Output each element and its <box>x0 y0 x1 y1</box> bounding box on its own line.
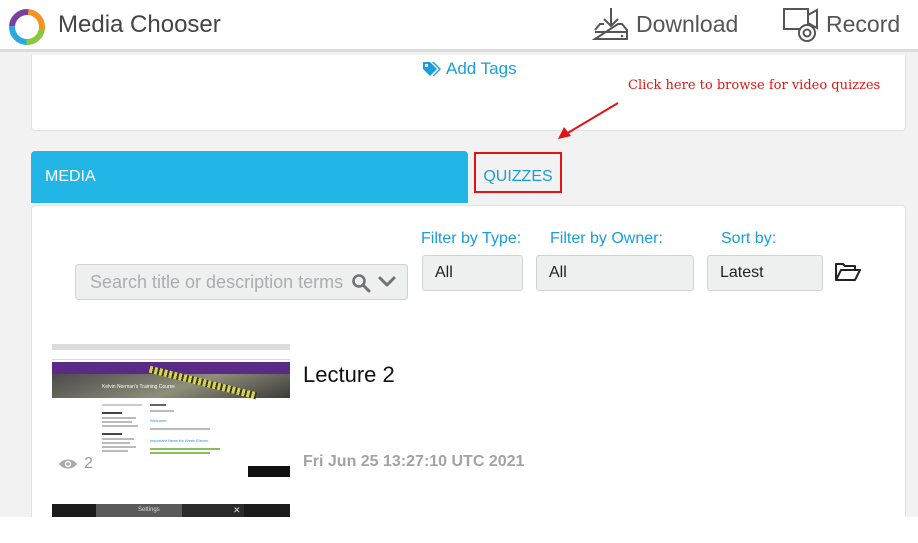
entry-title[interactable]: Lecture 2 <box>303 362 395 388</box>
search-icon[interactable] <box>351 273 371 293</box>
annotation-arrow-icon <box>558 102 619 139</box>
sort-select[interactable]: Latest <box>707 255 823 291</box>
download-label: Download <box>636 10 739 37</box>
tag-icon <box>423 62 441 76</box>
download-button[interactable]: Download <box>592 4 738 44</box>
thumb-video-controls <box>248 466 290 477</box>
tab-quizzes[interactable]: QUIZZES <box>474 152 562 193</box>
thumb-nav-bar <box>52 352 290 360</box>
thumb-banner-text: Kelvin Norman's Training Course <box>102 384 175 390</box>
metadata-card: Add Tags <box>31 55 906 131</box>
add-tags-link[interactable]: Add Tags <box>422 59 517 79</box>
filter-owner-select[interactable]: All <box>536 255 694 291</box>
entry-date: Fri Jun 25 13:27:10 UTC 2021 <box>303 453 525 470</box>
thumb-section-welcome: Welcome <box>150 418 167 423</box>
chevron-down-icon[interactable] <box>378 275 396 289</box>
thumb2-dialog-title: Settings <box>138 507 160 513</box>
add-tags-label: Add Tags <box>446 59 517 78</box>
record-icon <box>783 8 818 42</box>
thumb-section-news: Important News for Week Eleven <box>150 438 209 443</box>
app-title: Media Chooser <box>58 11 221 38</box>
filter-owner-label: Filter by Owner: <box>550 230 663 247</box>
close-icon: ✕ <box>233 505 241 515</box>
record-button[interactable]: Record <box>782 4 900 44</box>
thumb-content: Welcome Important News for Week Eleven <box>100 400 242 477</box>
thumb-browser-bar <box>52 344 290 350</box>
bottom-strip <box>0 517 918 543</box>
search-box <box>75 264 408 300</box>
download-icon <box>592 8 628 40</box>
filter-type-label: Filter by Type: <box>421 230 522 247</box>
sort-label: Sort by: <box>721 230 777 247</box>
logo-icon <box>9 9 45 45</box>
eye-icon <box>59 459 77 469</box>
annotation-text: Click here to browse for video quizzes <box>628 78 881 93</box>
folder-open-icon[interactable] <box>834 260 862 284</box>
search-input[interactable] <box>90 265 345 299</box>
view-count: 2 <box>58 455 93 473</box>
record-label: Record <box>826 10 901 37</box>
entry-thumbnail-2[interactable]: Settings ✕ <box>52 504 290 517</box>
filter-type-select[interactable]: All <box>422 255 523 291</box>
tab-media[interactable]: MEDIA <box>31 151 468 203</box>
header-bar: Media Chooser Download Record <box>0 0 918 52</box>
view-count-value: 2 <box>84 455 93 472</box>
